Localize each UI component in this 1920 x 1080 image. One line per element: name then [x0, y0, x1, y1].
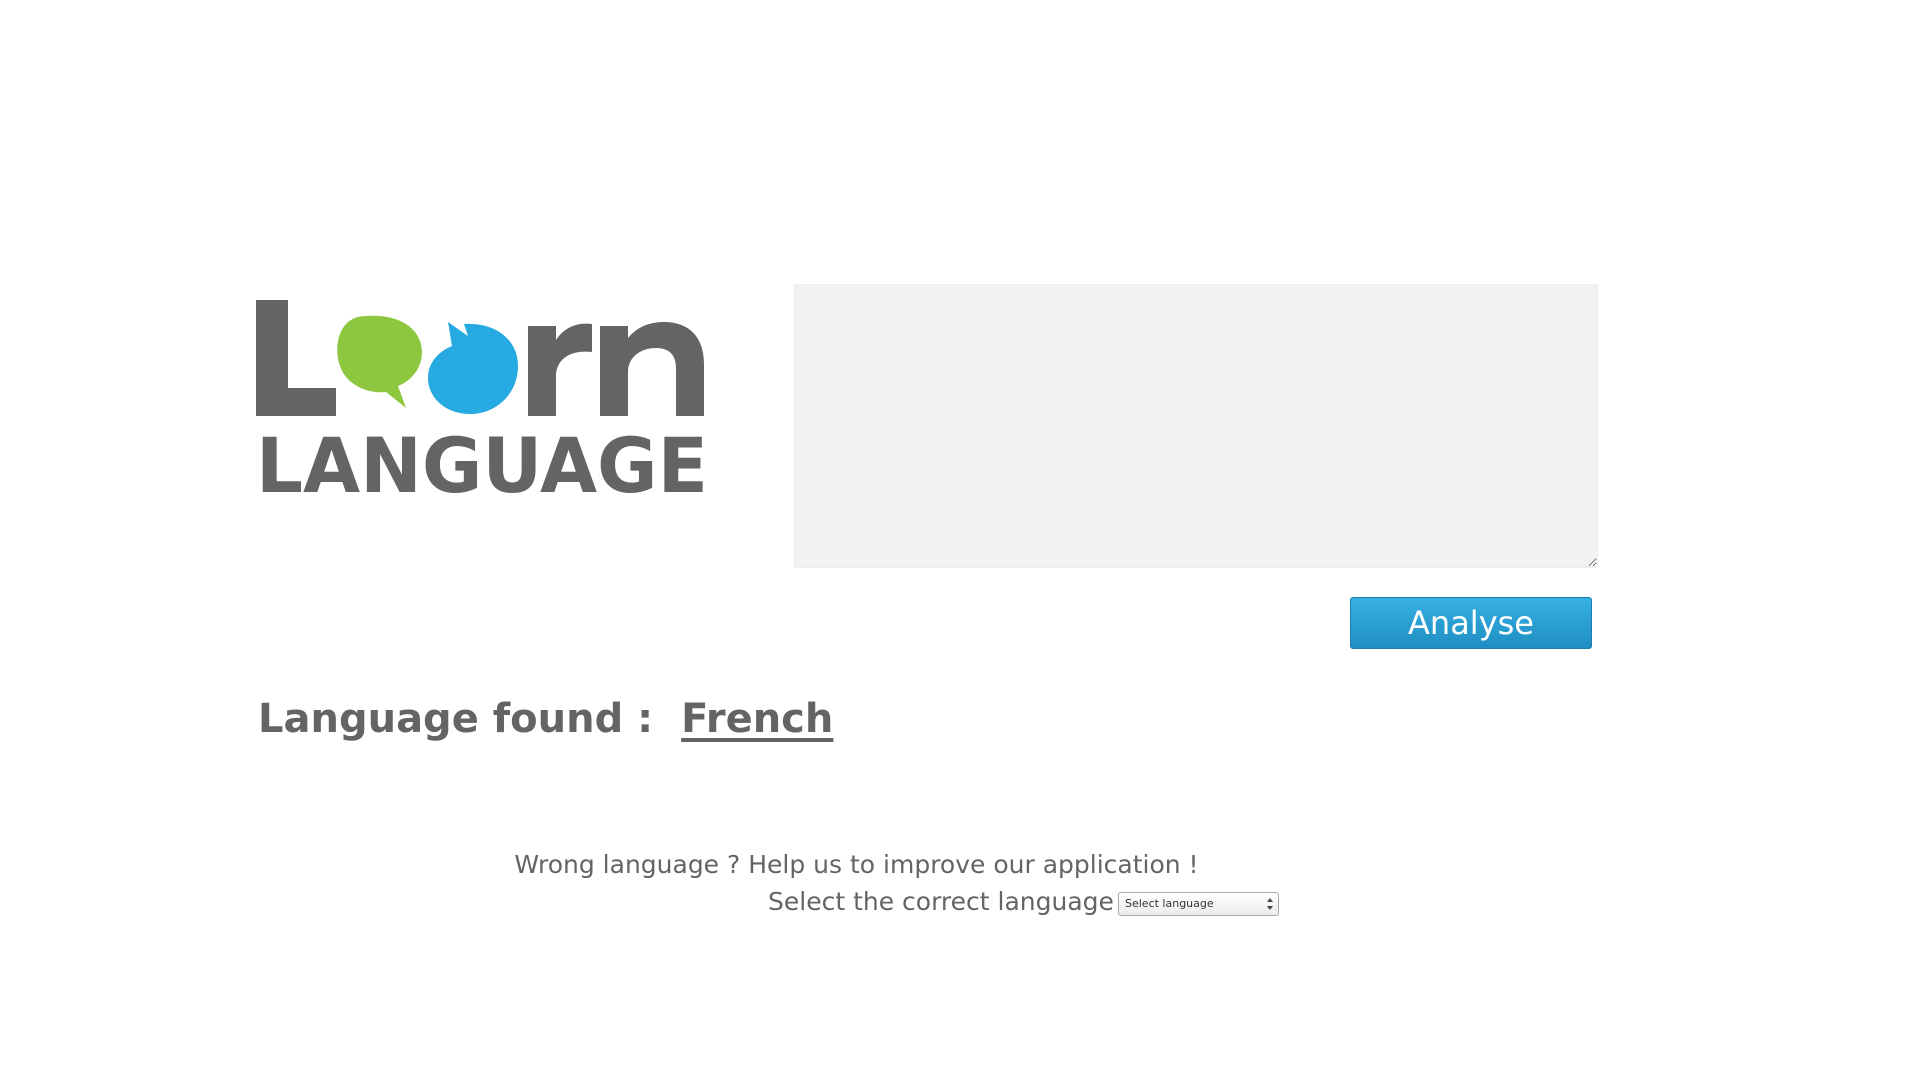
learn-language-logo: LANGUAGE: [256, 296, 716, 496]
language-select[interactable]: Select language: [1118, 892, 1279, 916]
result-label: Language found :: [258, 696, 654, 742]
feedback-message: Wrong language ? Help us to improve our …: [514, 850, 1199, 879]
analyse-button[interactable]: Analyse: [1350, 597, 1592, 649]
detected-language: French: [681, 696, 834, 742]
language-select-value: Select language: [1125, 897, 1214, 910]
text-input[interactable]: [794, 284, 1598, 568]
page: LANGUAGE Analyse Language found : French…: [0, 0, 1920, 1080]
select-arrows-icon: [1267, 898, 1273, 910]
select-language-label: Select the correct language :: [768, 887, 1131, 916]
result-line: Language found : French: [258, 696, 833, 742]
logo-language-text: LANGUAGE: [256, 421, 708, 496]
